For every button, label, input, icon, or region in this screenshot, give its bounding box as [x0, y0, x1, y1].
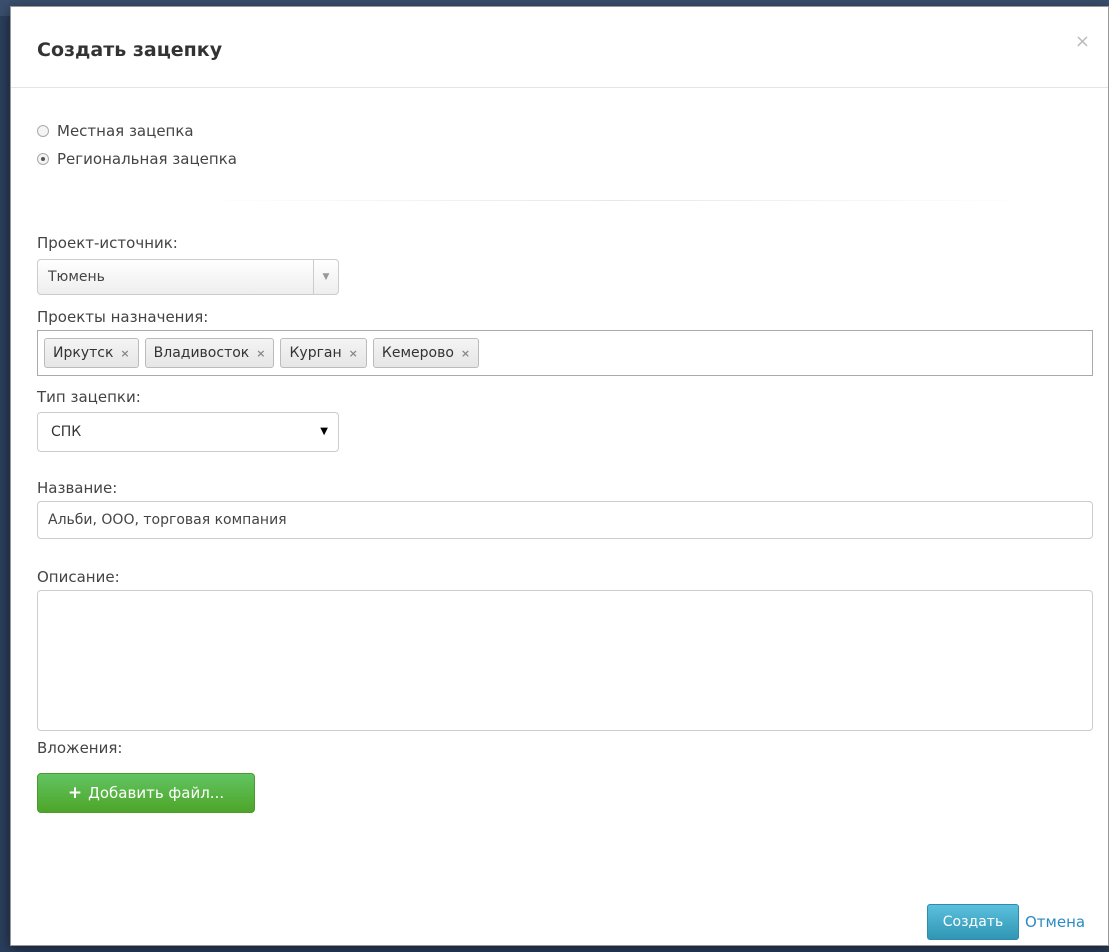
remove-tag-icon[interactable]: ×: [120, 347, 129, 360]
dialog-header: Создать зацепку ×: [11, 7, 1108, 88]
radio-regional-lead[interactable]: Региональная зацепка: [37, 150, 237, 168]
radio-local-lead[interactable]: Местная зацепка: [37, 122, 194, 140]
tag-label: Курган: [289, 345, 342, 361]
tag-vladivostok: Владивосток ×: [144, 338, 275, 368]
caret-down-icon: ▼: [320, 426, 328, 437]
remove-tag-icon[interactable]: ×: [461, 347, 470, 360]
attachments-label: Вложения:: [37, 739, 123, 757]
section-divider: [191, 200, 1041, 201]
cancel-link[interactable]: Отмена: [1025, 913, 1085, 931]
description-textarea[interactable]: [37, 590, 1093, 731]
chevron-down-icon: ▼: [313, 260, 338, 294]
description-label: Описание:: [37, 568, 120, 586]
radio-button-regional[interactable]: [37, 153, 49, 165]
tag-kurgan: Курган ×: [280, 338, 367, 368]
lead-type-select[interactable]: СПК ▼: [37, 412, 339, 452]
source-project-value: Тюмень: [48, 269, 105, 285]
lead-type-value: СПК: [51, 424, 82, 440]
create-button[interactable]: Создать: [927, 904, 1019, 940]
tag-label: Иркутск: [53, 345, 114, 361]
name-input[interactable]: Альби, ООО, торговая компания: [37, 501, 1093, 539]
remove-tag-icon[interactable]: ×: [349, 347, 358, 360]
tag-kemerovo: Кемерово ×: [372, 338, 480, 368]
create-lead-dialog: Создать зацепку × Местная зацепка Регион…: [10, 6, 1109, 946]
radio-button-local[interactable]: [37, 125, 49, 137]
lead-type-label: Тип зацепки:: [37, 388, 141, 406]
dialog-title: Создать зацепку: [37, 39, 223, 61]
add-file-label: Добавить файл...: [88, 784, 225, 802]
tag-label: Владивосток: [153, 345, 250, 361]
name-label: Название:: [37, 479, 118, 497]
radio-label-regional: Региональная зацепка: [57, 150, 237, 168]
close-icon[interactable]: ×: [1075, 33, 1090, 51]
source-project-select[interactable]: Тюмень ▼: [37, 259, 339, 295]
target-projects-multiselect[interactable]: Иркутск × Владивосток × Курган × Кемеров…: [37, 330, 1093, 376]
radio-label-local: Местная зацепка: [57, 122, 194, 140]
tag-label: Кемерово: [381, 345, 454, 361]
plus-icon: +: [67, 783, 83, 803]
target-projects-label: Проекты назначения:: [37, 308, 209, 326]
source-project-label: Проект-источник:: [37, 234, 178, 252]
add-file-button[interactable]: + Добавить файл...: [37, 773, 255, 813]
remove-tag-icon[interactable]: ×: [256, 347, 265, 360]
tag-irkutsk: Иркутск ×: [44, 338, 139, 368]
